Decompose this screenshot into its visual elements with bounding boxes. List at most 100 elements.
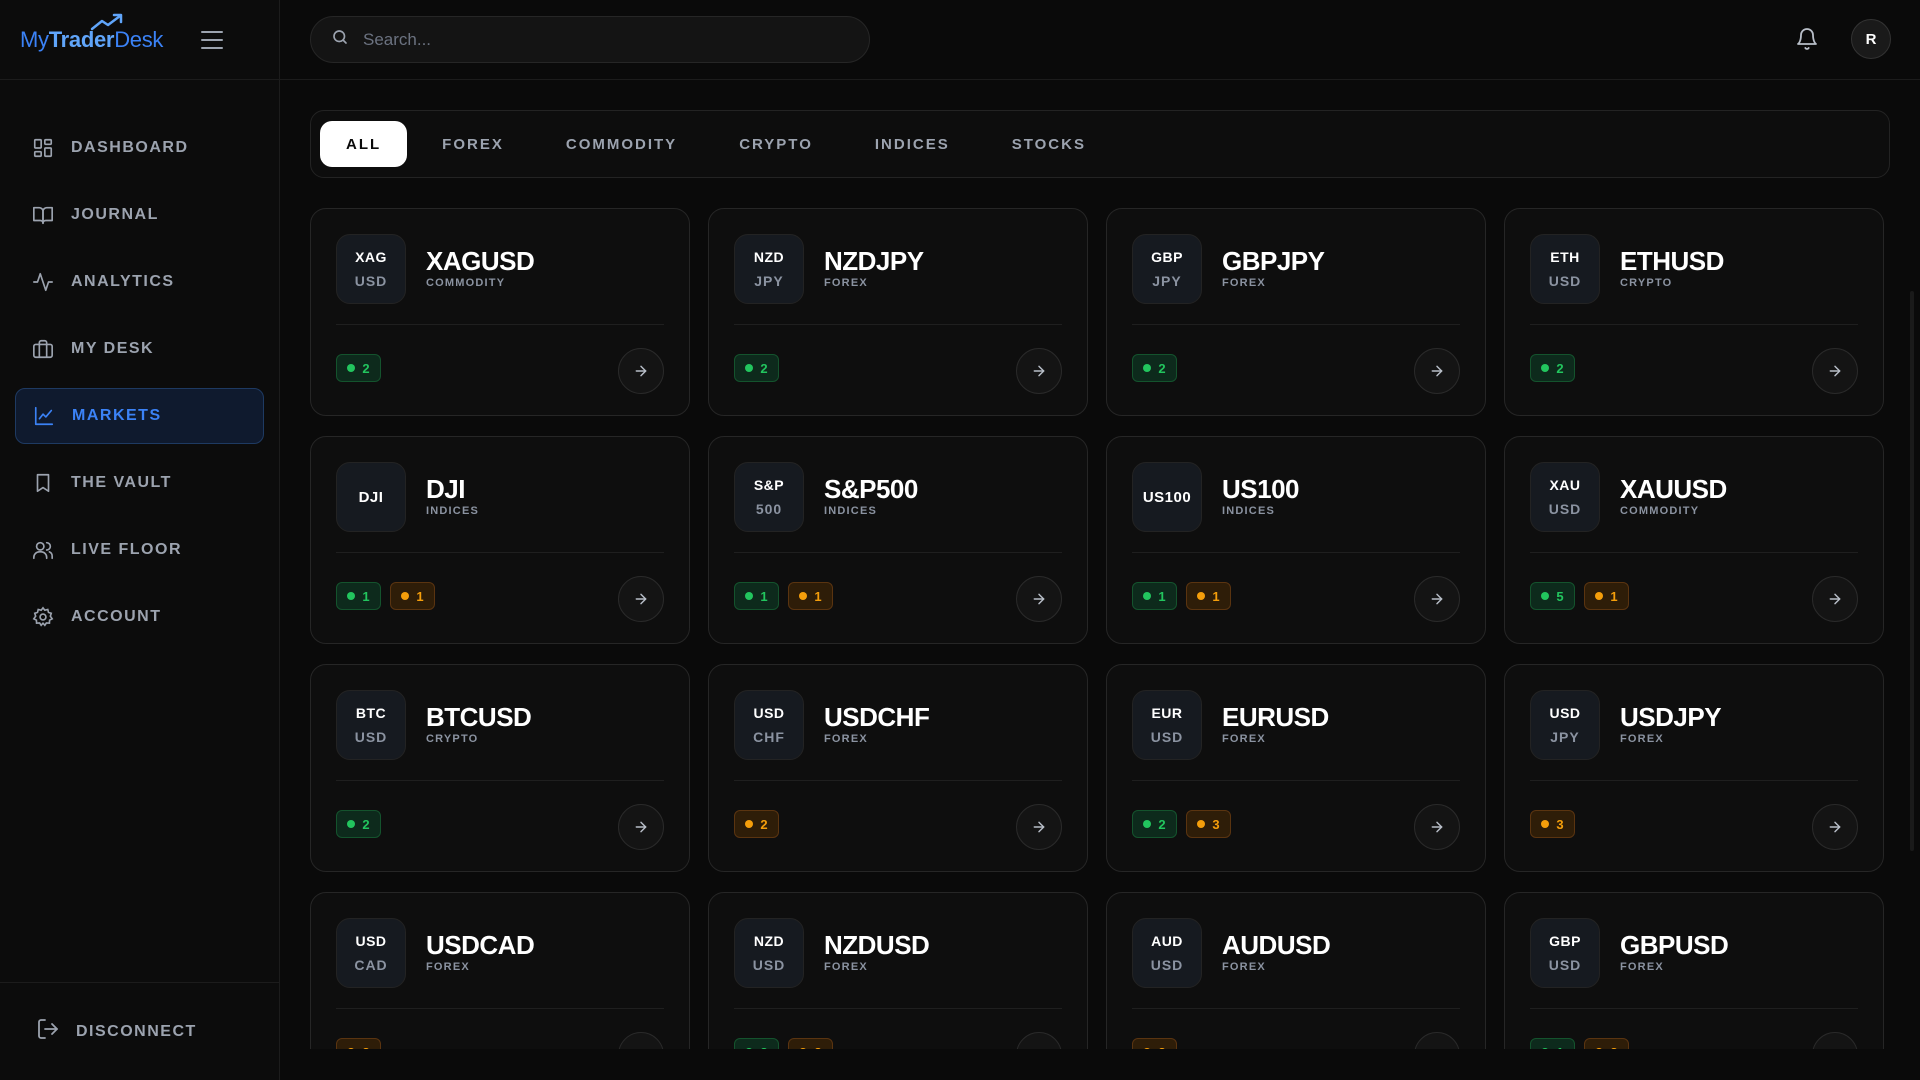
market-card[interactable]: ETH USD ETHUSD CRYPTO 2 [1504, 208, 1884, 416]
tab-all[interactable]: ALL [320, 121, 408, 167]
search-input[interactable] [363, 29, 843, 50]
logout-icon [36, 1017, 60, 1046]
disconnect-button[interactable]: DISCONNECT [0, 982, 279, 1080]
card-divider [336, 780, 664, 781]
sidebar-item-label: MY DESK [71, 340, 155, 357]
tab-stocks[interactable]: STOCKS [981, 121, 1117, 167]
amber-count-badge: 2 [1584, 1038, 1629, 1049]
market-category: FOREX [1620, 961, 1664, 973]
arrow-right-icon [635, 365, 647, 377]
sidebar-item-label: ACCOUNT [71, 608, 162, 625]
sidebar-item-dashboard[interactable]: DASHBOARD [15, 120, 264, 176]
card-divider [1530, 1008, 1858, 1009]
menu-toggle-icon[interactable] [201, 30, 223, 49]
scrollbar[interactable] [1910, 291, 1914, 851]
amber-dot-icon [1595, 592, 1604, 600]
status-pills: 11 [734, 582, 842, 610]
sidebar-item-live-floor[interactable]: LIVE FLOOR [15, 522, 264, 578]
amber-dot-icon [347, 1048, 356, 1049]
market-card[interactable]: NZD JPY NZDJPY FOREX 2 [708, 208, 1088, 416]
count-value: 5 [1556, 588, 1564, 604]
open-market-button[interactable] [1016, 804, 1062, 850]
tab-commodity[interactable]: COMMODITY [535, 121, 708, 167]
open-market-button[interactable] [1812, 1032, 1858, 1049]
green-count-badge: 1 [1530, 1038, 1575, 1049]
card-divider [734, 552, 1062, 553]
pair-badge: XAG USD [336, 234, 406, 304]
tab-crypto[interactable]: CRYPTO [708, 121, 844, 167]
count-value: 3 [1556, 816, 1564, 832]
open-market-button[interactable] [1016, 348, 1062, 394]
green-dot-icon [745, 364, 754, 372]
market-category: CRYPTO [426, 733, 479, 745]
green-count-badge: 1 [734, 582, 779, 610]
sidebar-item-the-vault[interactable]: THE VAULT [15, 455, 264, 511]
open-market-button[interactable] [618, 348, 664, 394]
open-market-button[interactable] [1414, 1032, 1460, 1049]
pair-base: ETH [1550, 249, 1580, 265]
count-value: 2 [362, 360, 370, 376]
market-card[interactable]: XAG USD XAGUSD COMMODITY 2 [310, 208, 690, 416]
market-card[interactable]: BTC USD BTCUSD CRYPTO 2 [310, 664, 690, 872]
market-card[interactable]: XAU USD XAUUSD COMMODITY 5 1 [1504, 436, 1884, 644]
open-market-button[interactable] [618, 576, 664, 622]
open-market-button[interactable] [1414, 804, 1460, 850]
open-market-button[interactable] [1016, 576, 1062, 622]
pair-badge: US100 [1132, 462, 1202, 532]
tab-indices[interactable]: INDICES [844, 121, 981, 167]
amber-count-badge: 1 [788, 582, 833, 610]
market-card[interactable]: USD JPY USDJPY FOREX 3 [1504, 664, 1884, 872]
open-market-button[interactable] [618, 804, 664, 850]
tab-forex[interactable]: FOREX [411, 121, 535, 167]
card-divider [734, 1008, 1062, 1009]
chart-line-icon [32, 404, 56, 428]
app-logo[interactable]: My Trader Desk [20, 13, 163, 53]
green-dot-icon [347, 820, 356, 828]
market-card[interactable]: S&P 500 S&P500 INDICES 1 1 [708, 436, 1088, 644]
market-symbol: GBPJPY [1222, 246, 1325, 276]
pair-badge: USD JPY [1530, 690, 1600, 760]
market-card[interactable]: USD CHF USDCHF FOREX 2 [708, 664, 1088, 872]
market-category: FOREX [1222, 277, 1266, 289]
market-category: INDICES [426, 505, 480, 517]
open-market-button[interactable] [1812, 804, 1858, 850]
briefcase-icon [31, 337, 55, 361]
notification-bell-icon[interactable] [1795, 27, 1819, 56]
sidebar-item-journal[interactable]: JOURNAL [15, 187, 264, 243]
market-card[interactable]: US100 US100 INDICES 1 1 [1106, 436, 1486, 644]
open-market-button[interactable] [618, 1032, 664, 1049]
green-dot-icon [1143, 820, 1152, 828]
pair-quote: JPY [1152, 273, 1182, 289]
sidebar-item-my-desk[interactable]: MY DESK [15, 321, 264, 377]
pair-badge: USD CHF [734, 690, 804, 760]
amber-dot-icon [401, 592, 410, 600]
open-market-button[interactable] [1812, 576, 1858, 622]
market-card[interactable]: GBPUSDGBPUSDFOREX12 [1504, 892, 1884, 1049]
sidebar-item-markets[interactable]: MARKETS [15, 388, 264, 444]
arrow-right-icon [1031, 1047, 1047, 1049]
arrow-right-icon [1033, 821, 1045, 833]
open-market-button[interactable] [1414, 576, 1460, 622]
count-value: 1 [1610, 588, 1618, 604]
open-market-button[interactable] [1414, 348, 1460, 394]
sidebar-item-account[interactable]: ACCOUNT [15, 589, 264, 645]
search-bar[interactable] [310, 16, 870, 63]
market-card[interactable]: EUR USD EURUSD FOREX 2 3 [1106, 664, 1486, 872]
avatar[interactable]: R [1851, 19, 1891, 59]
card-divider [1132, 552, 1460, 553]
green-count-badge: 2 [734, 354, 779, 382]
status-pills: 51 [1530, 582, 1638, 610]
status-pills: 2 [1132, 354, 1186, 382]
market-card[interactable]: NZDUSDNZDUSDFOREX22 [708, 892, 1088, 1049]
disconnect-label: DISCONNECT [76, 1022, 197, 1040]
market-card[interactable]: USDCADUSDCADFOREX2 [310, 892, 690, 1049]
sidebar-item-analytics[interactable]: ANALYTICS [15, 254, 264, 310]
market-card[interactable]: DJI DJI INDICES 1 1 [310, 436, 690, 644]
market-card[interactable]: GBP JPY GBPJPY FOREX 2 [1106, 208, 1486, 416]
arrow-right-icon [1431, 365, 1443, 377]
market-category: FOREX [1222, 961, 1266, 973]
open-market-button[interactable] [1812, 348, 1858, 394]
market-symbol: ETHUSD [1620, 246, 1724, 276]
open-market-button[interactable] [1016, 1032, 1062, 1049]
market-card[interactable]: AUDUSDAUDUSDFOREX2 [1106, 892, 1486, 1049]
